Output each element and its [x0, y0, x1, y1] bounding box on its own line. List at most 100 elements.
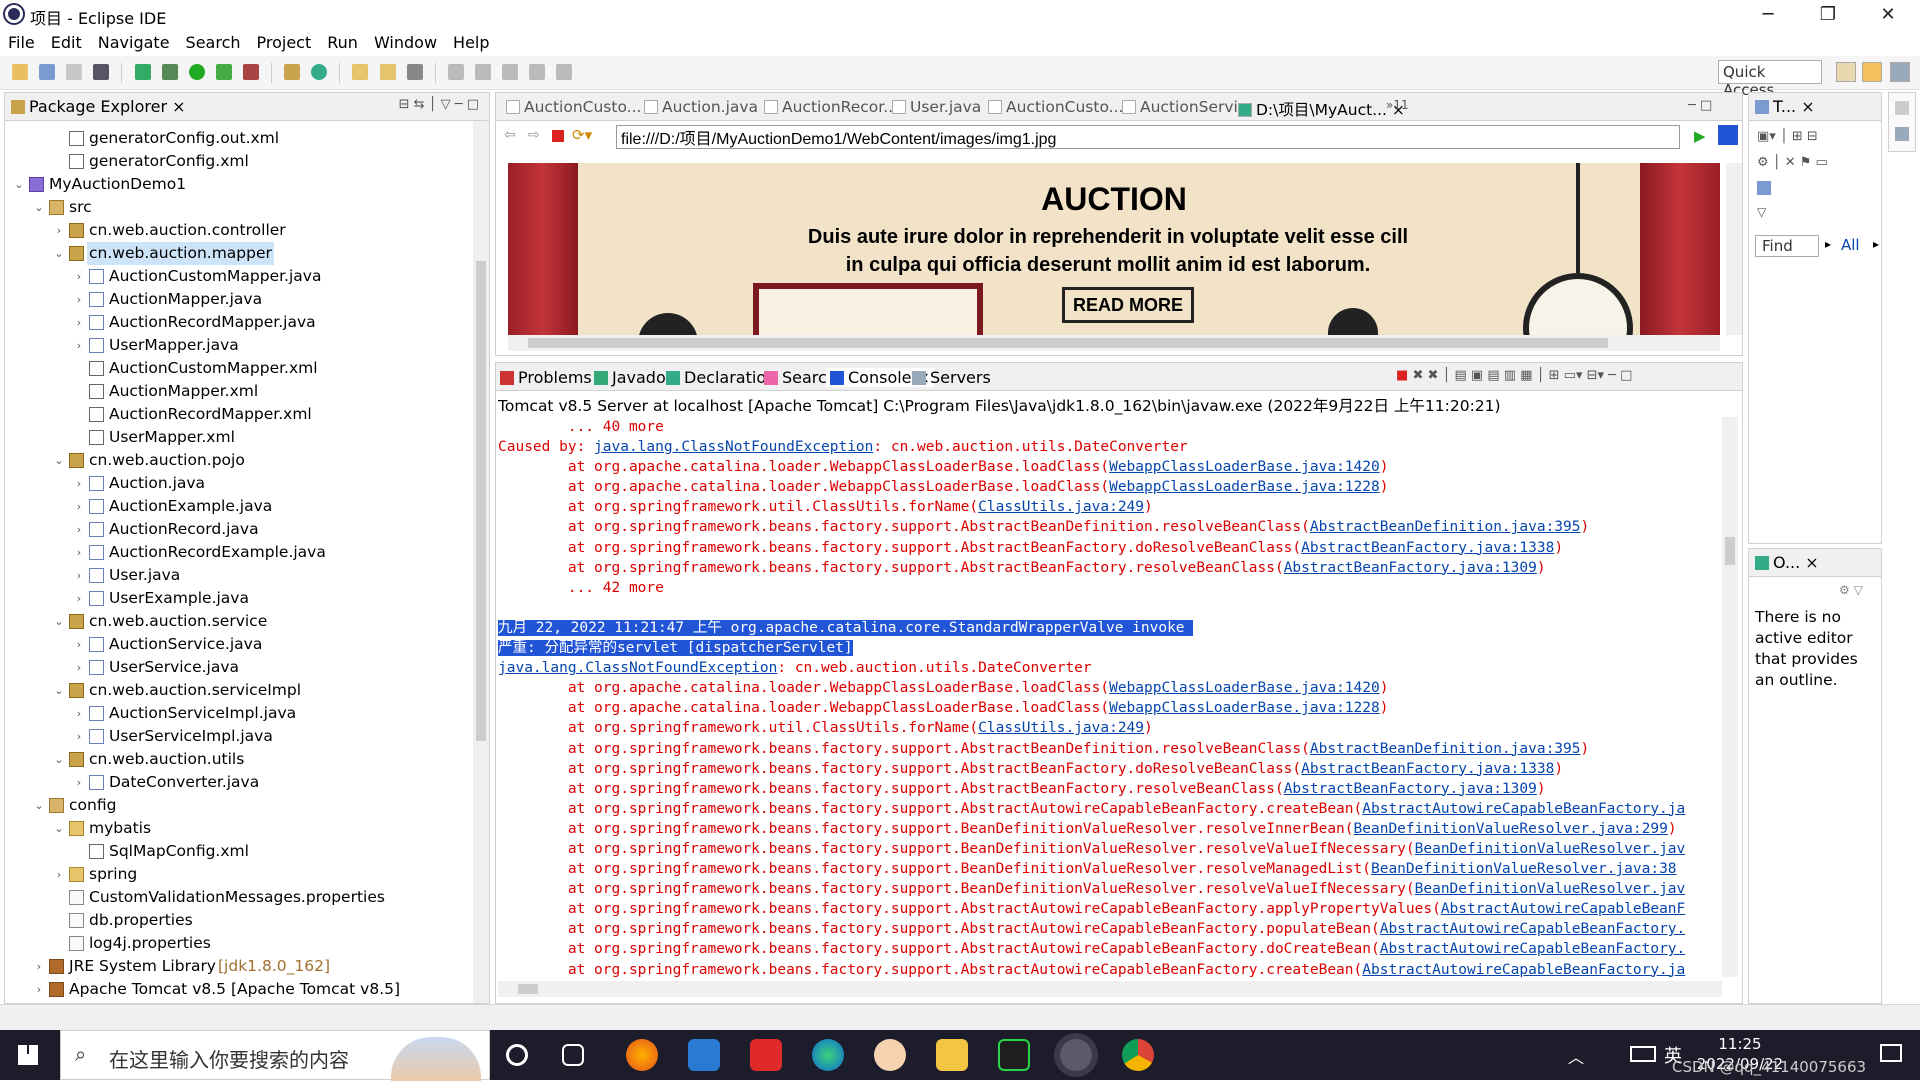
chevron-right-icon[interactable]: ›	[53, 863, 65, 886]
stack-trace-link[interactable]: AbstractAutowireCapableBeanFactory.ja	[1362, 962, 1685, 977]
scrollbar-thumb[interactable]	[476, 261, 486, 741]
tree-item[interactable]: db.properties	[5, 909, 471, 932]
scroll-lock-icon[interactable]: ▣	[1471, 368, 1483, 383]
avatar-app-icon[interactable]	[874, 1039, 906, 1071]
stack-trace-link[interactable]: AbstractAutowireCapableBeanFactory.ja	[1362, 801, 1685, 817]
view-menu-icon[interactable]: ⊟ ⇆ │ ▽ ─ □	[399, 97, 479, 112]
chevron-right-icon[interactable]: ›	[73, 518, 85, 541]
previous-annotation-icon[interactable]	[474, 64, 491, 80]
app-icon[interactable]	[688, 1039, 720, 1071]
tree-item[interactable]: › AuctionRecordExample.java	[5, 541, 471, 564]
servers-icon[interactable]	[1895, 127, 1909, 141]
remove-launch-icon[interactable]: ✖	[1412, 368, 1423, 383]
last-edit-icon[interactable]	[501, 64, 518, 80]
editor-tab[interactable]: Auction.java	[644, 98, 758, 116]
go-icon[interactable]: ▶	[1694, 127, 1706, 145]
quick-access-input[interactable]: Quick Access	[1718, 60, 1822, 99]
chevron-right-icon[interactable]: ›	[73, 564, 85, 587]
close-icon[interactable]: ⨯	[1805, 553, 1818, 572]
new-icon[interactable]	[12, 64, 29, 80]
terminate-icon[interactable]: ■	[1396, 368, 1408, 383]
chevron-down-icon[interactable]: ⌄	[53, 449, 65, 472]
open-external-browser-icon[interactable]	[1718, 125, 1738, 145]
tab-servers[interactable]: Servers	[912, 368, 991, 387]
stack-trace-link[interactable]: AbstractAutowireCapableBeanFactory.	[1380, 921, 1686, 937]
stack-trace-link[interactable]: WebappClassLoaderBase.java:1228	[1109, 479, 1380, 495]
chevron-right-icon[interactable]: ›	[73, 633, 85, 656]
editor-tab[interactable]: D:\项目\MyAuct... ⨯	[1238, 98, 1405, 120]
chevron-right-icon[interactable]: ›	[33, 978, 45, 1001]
open-task-icon[interactable]	[379, 64, 396, 80]
editor-tab[interactable]: User.java	[892, 98, 981, 116]
editor-tab[interactable]: AuctionRecor...	[764, 98, 898, 116]
tree-item[interactable]: ⌄ MyAuctionDemo1	[5, 173, 471, 196]
save-icon[interactable]	[39, 64, 56, 80]
menu-file[interactable]: File	[0, 30, 43, 56]
open-perspective-icon[interactable]	[1836, 62, 1856, 82]
chevron-right-icon[interactable]: ›	[73, 311, 85, 334]
new-java-class-icon[interactable]	[311, 64, 328, 80]
close-icon[interactable]: ⨯	[172, 97, 185, 116]
stack-trace-link[interactable]: BeanDefinitionValueResolver.java:299	[1354, 821, 1668, 837]
tree-scrollbar[interactable]	[473, 121, 489, 1003]
task-toolbar[interactable]: ▣▾ │ ⊞ ⊟	[1757, 129, 1818, 144]
pin-console-icon[interactable]: ⊞	[1549, 368, 1560, 383]
editor-tab[interactable]: AuctionCusto...	[988, 98, 1123, 116]
next-annotation-icon[interactable]	[447, 64, 464, 80]
chevron-down-icon[interactable]: ▽	[1757, 205, 1766, 219]
tab-javadoc[interactable]: Javadoc	[594, 368, 675, 387]
close-icon[interactable]: ⨯	[1801, 97, 1814, 116]
chevron-right-icon[interactable]: ›	[73, 702, 85, 725]
stop-icon[interactable]	[552, 130, 564, 142]
pycharm-icon[interactable]	[998, 1039, 1030, 1071]
firefox-icon[interactable]	[626, 1039, 658, 1071]
remove-all-icon[interactable]: ✖	[1427, 368, 1438, 383]
restore-icon[interactable]	[1895, 101, 1909, 115]
chevron-right-icon[interactable]: ›	[73, 472, 85, 495]
back-icon[interactable]	[529, 64, 546, 80]
chevron-right-icon[interactable]: ›	[53, 219, 65, 242]
tree-item[interactable]: AuctionRecordMapper.xml	[5, 403, 471, 426]
editor-tab[interactable]: AuctionCusto...	[506, 98, 641, 116]
java-perspective-icon[interactable]	[1890, 62, 1910, 82]
tree-item[interactable]: › cn.web.auction.controller	[5, 219, 471, 242]
tray-chevron-up-icon[interactable]: ︿	[1568, 1044, 1584, 1068]
tree-item[interactable]: ⌄ cn.web.auction.utils	[5, 748, 471, 771]
editor-tab[interactable]: AuctionServi...	[1122, 98, 1253, 116]
wps-icon[interactable]	[750, 1039, 782, 1071]
chevron-down-icon[interactable]: ⌄	[53, 610, 65, 633]
tree-item[interactable]: › AuctionServiceImpl.java	[5, 702, 471, 725]
tree-item[interactable]: › UserMapper.java	[5, 334, 471, 357]
chevron-right-icon[interactable]: ›	[73, 656, 85, 679]
tree-item[interactable]: ⌄ cn.web.auction.service	[5, 610, 471, 633]
windows-start-icon[interactable]	[18, 1045, 38, 1065]
tree-item[interactable]: log4j.properties	[5, 932, 471, 955]
tree-item[interactable]: › DateConverter.java	[5, 771, 471, 794]
maximize-button[interactable]: ❐	[1800, 0, 1856, 30]
save-all-icon[interactable]	[66, 64, 83, 80]
stack-trace-link[interactable]: BeanDefinitionValueResolver.jav	[1415, 881, 1686, 897]
back-icon[interactable]: ⇦	[504, 127, 516, 143]
tree-item[interactable]: ⌄ cn.web.auction.mapper	[5, 242, 471, 265]
file-explorer-icon[interactable]	[936, 1039, 968, 1071]
editor-tabs-overflow[interactable]: »11	[1386, 98, 1409, 112]
tree-item[interactable]: ⌄ mybatis	[5, 817, 471, 840]
all-link[interactable]: All	[1841, 236, 1860, 254]
scrollbar-thumb[interactable]	[518, 984, 538, 994]
stack-trace-link[interactable]: BeanDefinitionValueResolver.jav	[1415, 841, 1686, 857]
menu-help[interactable]: Help	[445, 30, 497, 56]
tree-item[interactable]: › AuctionExample.java	[5, 495, 471, 518]
package-explorer-tab[interactable]: Package Explorer ⨯ ⊟ ⇆ │ ▽ ─ □	[5, 93, 489, 121]
task-list-tab[interactable]: T... ⨯	[1749, 93, 1881, 121]
stack-trace-link[interactable]: BeanDefinitionValueResolver.java:38	[1371, 861, 1677, 877]
close-button[interactable]: ✕	[1860, 0, 1916, 30]
keyboard-icon[interactable]	[1630, 1046, 1656, 1062]
stack-trace-link[interactable]: AbstractAutowireCapableBeanF	[1441, 901, 1685, 917]
stack-trace-link[interactable]: ClassUtils.java:249	[978, 499, 1144, 515]
tree-item[interactable]: › JRE System Library [jdk1.8.0_162]	[5, 955, 471, 978]
stack-trace-link[interactable]: AbstractBeanDefinition.java:395	[1310, 741, 1581, 757]
tree-item[interactable]: › UserService.java	[5, 656, 471, 679]
outline-tab[interactable]: O... ⨯	[1749, 549, 1881, 577]
cortana-icon[interactable]	[506, 1044, 528, 1066]
tree-item[interactable]: ⌄ cn.web.auction.pojo	[5, 449, 471, 472]
